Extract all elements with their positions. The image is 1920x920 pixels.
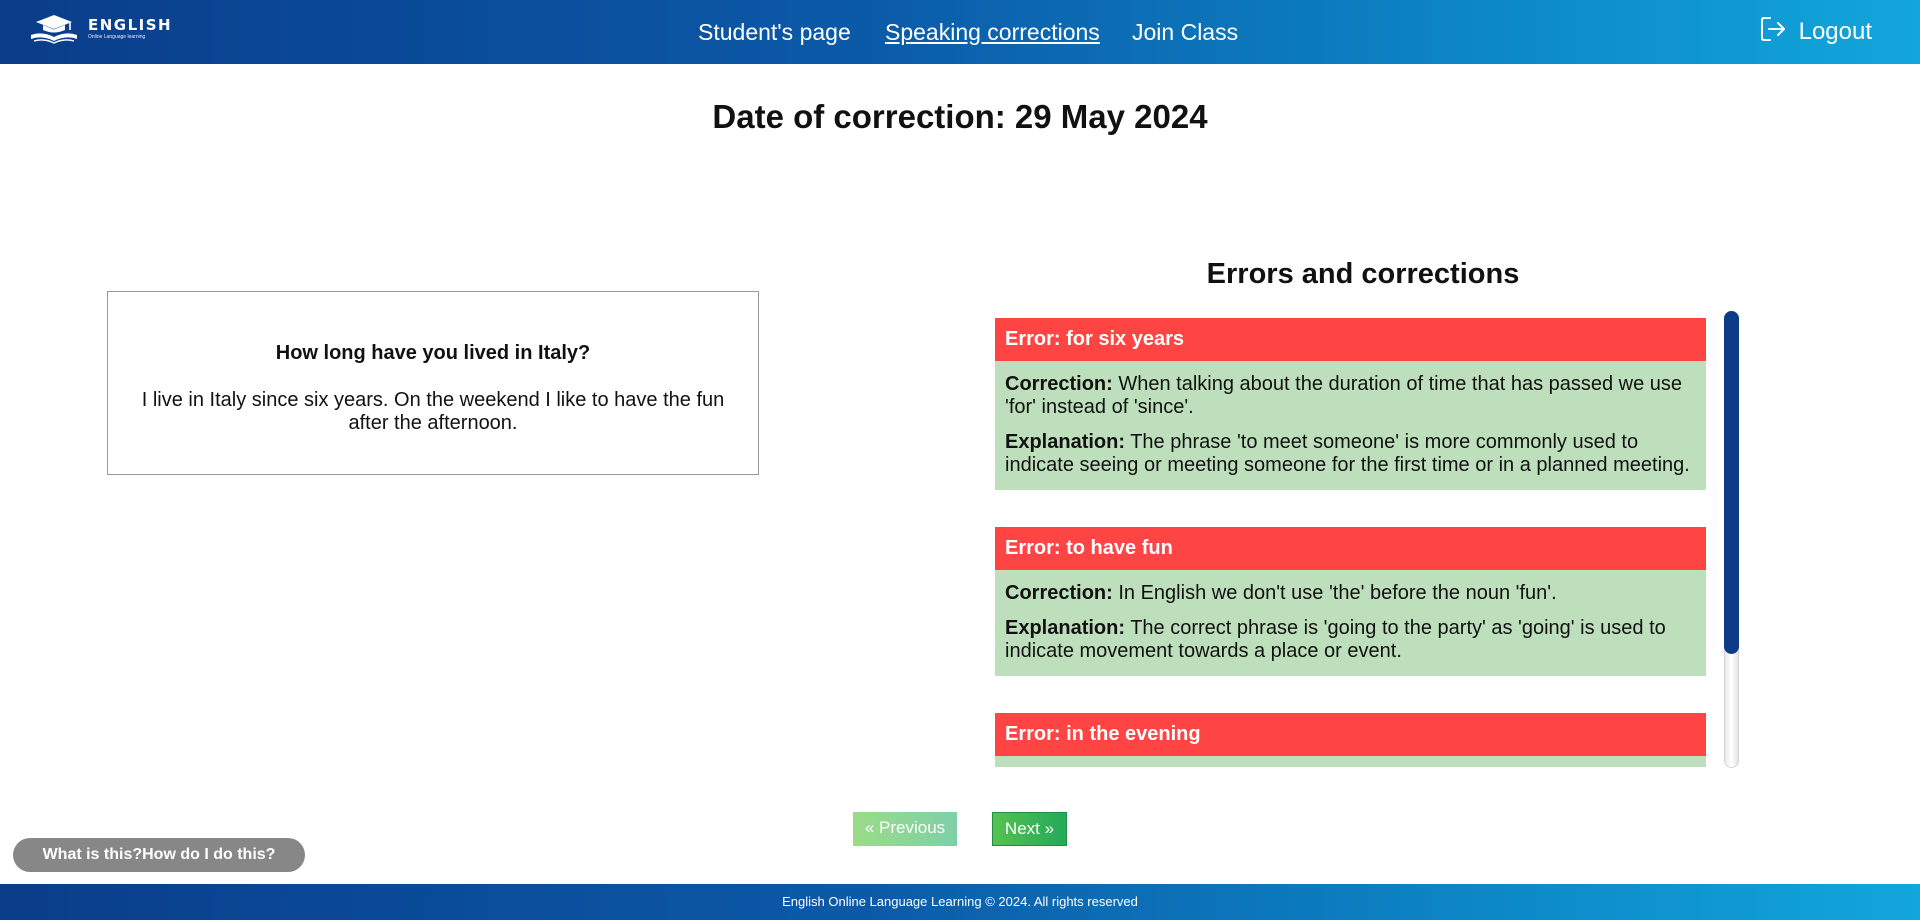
footer-text: English Online Language Learning © 2024.… (782, 894, 1138, 909)
logout-label: Logout (1798, 18, 1872, 45)
question-answer-card: How long have you lived in Italy? I live… (107, 291, 759, 475)
errors-scrollbar-thumb[interactable] (1724, 311, 1739, 654)
error-card: Error: in the evening Correction: (995, 713, 1706, 767)
error-details: Correction: (995, 756, 1706, 767)
nav-students-page[interactable]: Student's page (698, 19, 851, 46)
logo-title: ENGLISH (88, 16, 173, 34)
correction-paragraph: Correction: In English we don't use 'the… (1005, 582, 1696, 605)
help-button[interactable]: What is this?How do I do this? (13, 838, 305, 872)
correction-label: Correction: (1005, 373, 1113, 395)
error-card: Error: for six years Correction: When ta… (995, 318, 1706, 490)
logo-subtitle: Online Language learning (88, 34, 146, 40)
error-heading: Error: to have fun (995, 527, 1706, 570)
error-heading: Error: for six years (995, 318, 1706, 361)
explanation-paragraph: Explanation: The correct phrase is 'goin… (1005, 617, 1696, 663)
explanation-label: Explanation: (1005, 617, 1126, 639)
graduation-cap-book-icon (28, 13, 80, 45)
footer: English Online Language Learning © 2024.… (0, 884, 1920, 920)
error-details: Correction: In English we don't use 'the… (995, 570, 1706, 676)
explanation-label: Explanation: (1005, 431, 1126, 453)
error-heading: Error: in the evening (995, 713, 1706, 756)
correction-paragraph: Correction: When talking about the durat… (1005, 373, 1696, 419)
errors-title: Errors and corrections (1206, 258, 1520, 290)
answer-text: I live in Italy since six years. On the … (141, 389, 725, 434)
page-title: Date of correction: 29 May 2024 (712, 98, 1208, 135)
logout-button[interactable]: Logout (1759, 0, 1872, 64)
errors-list[interactable]: Error: for six years Correction: When ta… (995, 318, 1706, 767)
next-button[interactable]: Next » (992, 812, 1067, 846)
error-card: Error: to have fun Correction: In Englis… (995, 527, 1706, 676)
top-navigation-bar: ENGLISH Online Language learning Student… (0, 0, 1920, 64)
logo[interactable]: ENGLISH Online Language learning (28, 12, 172, 46)
correction-text: In English we don't use 'the' before the… (1118, 582, 1557, 604)
question-text: How long have you lived in Italy? (275, 342, 591, 364)
error-details: Correction: When talking about the durat… (995, 361, 1706, 490)
explanation-paragraph: Explanation: The phrase 'to meet someone… (1005, 431, 1696, 477)
logout-icon (1759, 15, 1799, 50)
correction-label: Correction: (1005, 582, 1113, 604)
previous-button[interactable]: « Previous (853, 812, 957, 846)
nav-speaking-corrections[interactable]: Speaking corrections (885, 19, 1100, 46)
nav-join-class[interactable]: Join Class (1132, 19, 1238, 46)
